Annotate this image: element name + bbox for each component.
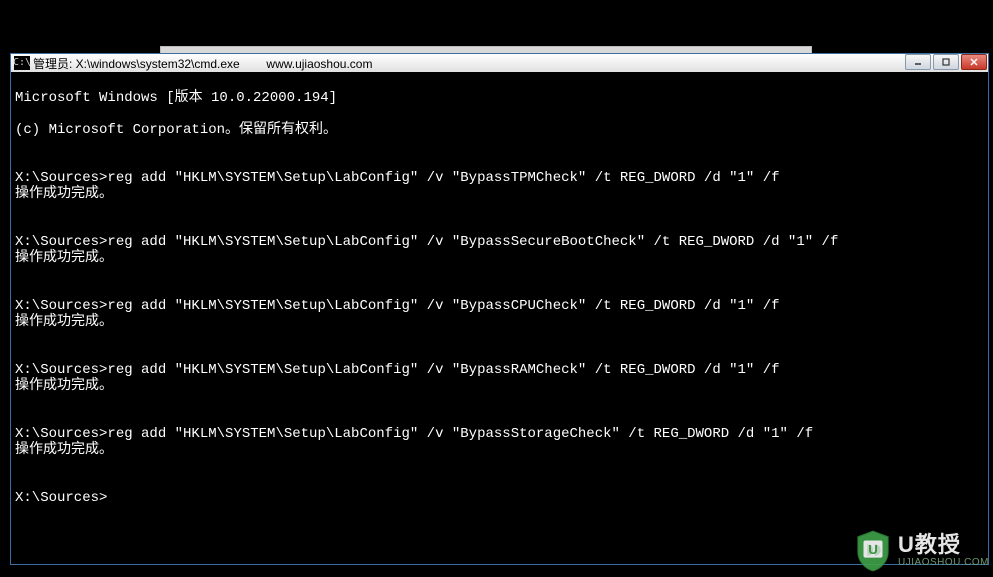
command-block-0: X:\Sources>reg add "HKLM\SYSTEM\Setup\La… (15, 170, 984, 202)
command-block-2: X:\Sources>reg add "HKLM\SYSTEM\Setup\La… (15, 298, 984, 330)
minimize-button[interactable] (905, 54, 931, 70)
console-header-line1: Microsoft Windows [版本 10.0.22000.194] (15, 90, 984, 106)
command-block-3: X:\Sources>reg add "HKLM\SYSTEM\Setup\La… (15, 362, 984, 394)
window-title: 管理员: X:\windows\system32\cmd.exe www.uji… (33, 55, 372, 72)
cmd-window: C:\ 管理员: X:\windows\system32\cmd.exe www… (10, 53, 989, 565)
close-button[interactable] (961, 54, 987, 70)
window-controls (905, 54, 987, 70)
titlebar[interactable]: C:\ 管理员: X:\windows\system32\cmd.exe www… (11, 54, 988, 73)
command-block-4: X:\Sources>reg add "HKLM\SYSTEM\Setup\La… (15, 426, 984, 458)
current-prompt[interactable]: X:\Sources> (15, 490, 984, 506)
maximize-button[interactable] (933, 54, 959, 70)
cmd-icon: C:\ (14, 56, 30, 70)
command-block-1: X:\Sources>reg add "HKLM\SYSTEM\Setup\La… (15, 234, 984, 266)
console-output[interactable]: Microsoft Windows [版本 10.0.22000.194] (c… (11, 72, 988, 564)
console-header-line2: (c) Microsoft Corporation。保留所有权利。 (15, 122, 984, 138)
